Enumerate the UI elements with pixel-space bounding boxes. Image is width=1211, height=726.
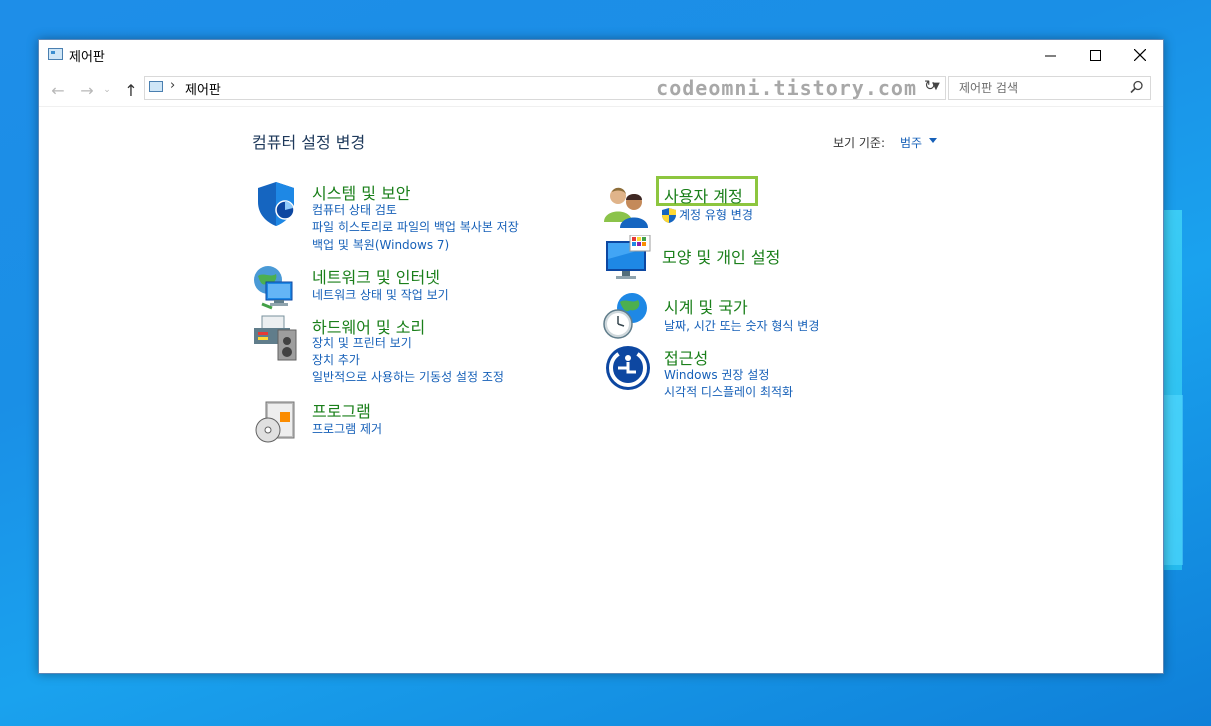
up-button[interactable]: ↑ [120,79,142,101]
maximize-icon [1089,49,1101,61]
minimize-icon [1044,55,1056,56]
main-content: 컴퓨터 설정 변경 보기 기준: 범주 시스템 및 보안 컴퓨터 상태 검토 파… [39,106,1163,673]
security-shield-icon [258,182,295,226]
refresh-icon: ↻ [924,78,936,94]
programs-disc-icon [255,401,295,443]
link-change-account-type[interactable]: 계정 유형 변경 [662,206,753,223]
forward-button[interactable]: → [76,79,98,101]
window-title: 제어판 [69,50,105,65]
uac-shield-icon [662,208,676,223]
up-arrow-icon: ↑ [124,80,138,100]
link-backup-restore-win7[interactable]: 백업 및 복원(Windows 7) [312,236,449,253]
link-devices-printers[interactable]: 장치 및 프린터 보기 [312,334,412,351]
link-add-device[interactable]: 장치 추가 [312,351,360,368]
back-button[interactable]: ← [47,79,69,101]
address-bar: ← → ⌄ ↑ › 제어판 codeomni.tistory.com ▼ ↻ [39,70,1163,106]
display-palette-icon [606,235,651,279]
printer-speaker-icon [254,315,297,361]
view-by-dropdown[interactable]: 범주 [900,134,922,151]
search-icon[interactable] [1130,80,1144,94]
search-input[interactable] [957,77,1131,99]
view-by-arrow-icon[interactable] [929,138,937,143]
breadcrumb-separator[interactable]: › [170,78,175,93]
link-review-computer-status[interactable]: 컴퓨터 상태 검토 [312,201,397,218]
desktop-background-glow-2 [1163,395,1183,565]
link-network-status-tasks[interactable]: 네트워크 상태 및 작업 보기 [312,286,449,303]
chevron-down-icon: ⌄ [103,85,111,95]
address-field[interactable]: › 제어판 codeomni.tistory.com ▼ [144,76,946,100]
control-panel-window: 제어판 ← → ⌄ ↑ › 제어판 codeomni.tistory.com ▼… [38,39,1164,674]
title-bar[interactable]: 제어판 [39,40,1163,70]
category-clock-region-title[interactable]: 시계 및 국가 [664,294,748,318]
back-arrow-icon: ← [51,80,65,100]
link-change-account-type-label[interactable]: 계정 유형 변경 [679,208,753,222]
category-network-internet-title[interactable]: 네트워크 및 인터넷 [312,264,440,288]
link-optimize-visual-display[interactable]: 시각적 디스플레이 최적화 [664,383,793,400]
clock-globe-icon [603,293,647,339]
control-panel-icon [48,48,63,60]
forward-arrow-icon: → [80,80,94,100]
minimize-button[interactable] [1027,40,1073,70]
refresh-button[interactable]: ↻ [920,78,940,98]
link-mobility-settings[interactable]: 일반적으로 사용하는 기동성 설정 조정 [312,368,504,385]
maximize-button[interactable] [1072,40,1118,70]
close-button[interactable] [1117,40,1163,70]
control-panel-icon [149,81,163,92]
category-user-accounts-title[interactable]: 사용자 계정 [664,183,743,207]
search-box[interactable] [948,76,1151,100]
recent-locations-button[interactable]: ⌄ [100,79,114,101]
breadcrumb-control-panel[interactable]: 제어판 [185,79,221,98]
users-icon [604,187,648,228]
close-icon [1134,49,1146,61]
page-title: 컴퓨터 설정 변경 [252,133,366,152]
category-appearance-title[interactable]: 모양 및 개인 설정 [662,244,780,268]
watermark-text: codeomni.tistory.com [656,76,917,100]
network-globe-icon [254,266,293,310]
link-date-time-format[interactable]: 날짜, 시간 또는 숫자 형식 변경 [664,317,819,334]
link-uninstall-program[interactable]: 프로그램 제거 [312,420,382,437]
accessibility-icon [606,346,650,390]
link-windows-recommended-settings[interactable]: Windows 권장 설정 [664,366,769,383]
view-by-label: 보기 기준: [833,136,886,150]
category-programs-title[interactable]: 프로그램 [312,398,371,422]
link-file-history-backup[interactable]: 파일 히스토리로 파일의 백업 복사본 저장 [312,218,519,235]
